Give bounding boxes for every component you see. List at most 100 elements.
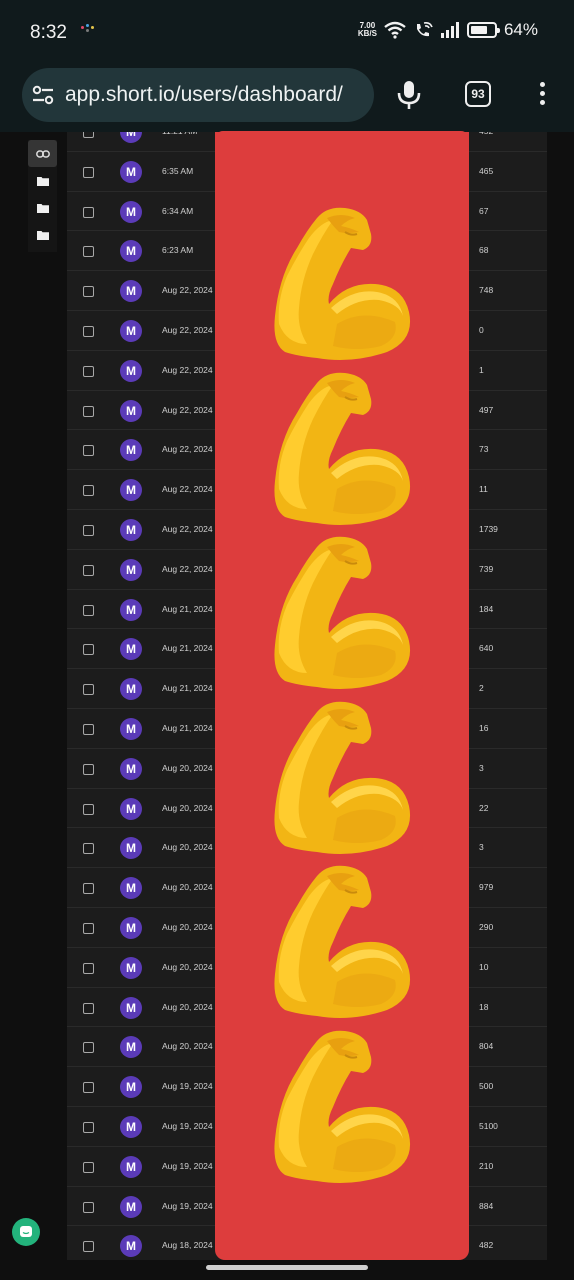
- link-icon[interactable]: [28, 140, 57, 167]
- avatar: M: [120, 877, 142, 900]
- browser-toolbar: app.short.io/users/dashboard/ 93: [0, 62, 574, 132]
- folder-icon[interactable]: [28, 194, 57, 221]
- avatar: M: [120, 200, 142, 223]
- tab-switcher-button[interactable]: 93: [465, 81, 491, 107]
- row-checkbox[interactable]: [83, 525, 94, 536]
- clock: 8:32: [30, 22, 67, 43]
- row-date: Aug 19, 2024: [162, 1160, 213, 1171]
- overflow-menu-icon[interactable]: [537, 82, 547, 110]
- avatar: M: [120, 837, 142, 860]
- flexed-biceps-icon: [274, 372, 411, 525]
- row-date: Aug 20, 2024: [162, 1001, 213, 1012]
- row-checkbox[interactable]: [83, 962, 94, 974]
- row-clicks: 748: [479, 285, 494, 296]
- avatar: M: [120, 917, 142, 939]
- row-checkbox[interactable]: [83, 1082, 94, 1094]
- row-checkbox[interactable]: [83, 485, 94, 497]
- row-date: 6:34 AM: [162, 205, 194, 216]
- row-clicks: 465: [479, 165, 494, 176]
- gesture-bar: [0, 1260, 574, 1280]
- folder-icon[interactable]: [28, 167, 57, 194]
- row-checkbox[interactable]: [83, 445, 94, 457]
- net-speed-unit: KB/S: [357, 29, 377, 38]
- row-clicks: 482: [479, 1240, 494, 1251]
- row-clicks: 22: [479, 802, 489, 813]
- row-clicks: 184: [479, 603, 494, 614]
- url-text[interactable]: app.short.io/users/dashboard/: [65, 83, 343, 107]
- address-bar[interactable]: app.short.io/users/dashboard/: [22, 68, 374, 122]
- row-clicks: 10: [479, 961, 489, 972]
- row-checkbox[interactable]: [83, 684, 94, 696]
- row-clicks: 3: [479, 762, 484, 773]
- row-date: 11:21 AM: [162, 132, 197, 136]
- row-checkbox[interactable]: [83, 246, 94, 258]
- row-checkbox[interactable]: [83, 724, 94, 735]
- avatar: M: [120, 598, 142, 621]
- avatar: M: [120, 956, 142, 979]
- row-checkbox[interactable]: [83, 166, 94, 178]
- avatar: M: [120, 558, 142, 581]
- row-checkbox[interactable]: [83, 1241, 94, 1253]
- row-checkbox[interactable]: [83, 843, 94, 855]
- row-checkbox[interactable]: [83, 405, 94, 417]
- chat-icon: [20, 1226, 32, 1237]
- row-checkbox[interactable]: [83, 604, 94, 616]
- row-checkbox[interactable]: [83, 206, 94, 218]
- avatar: M: [120, 638, 142, 661]
- avatar: M: [120, 797, 142, 820]
- row-date: Aug 20, 2024: [162, 961, 213, 972]
- emoji-overlay: [215, 132, 469, 1260]
- row-checkbox[interactable]: [83, 326, 94, 337]
- row-checkbox[interactable]: [83, 365, 94, 377]
- flexed-biceps-icon: [274, 536, 411, 689]
- row-checkbox[interactable]: [83, 132, 94, 138]
- row-checkbox[interactable]: [83, 564, 94, 576]
- flexed-biceps-icon: [274, 701, 411, 854]
- emoji-overlay-top: [215, 131, 469, 139]
- row-checkbox[interactable]: [83, 1161, 94, 1173]
- row-clicks: 497: [479, 404, 494, 415]
- row-checkbox[interactable]: [83, 286, 94, 298]
- avatar: M: [120, 479, 142, 502]
- avatar: M: [120, 996, 142, 1019]
- avatar: M: [120, 757, 142, 780]
- row-checkbox[interactable]: [83, 1122, 94, 1133]
- site-settings-icon[interactable]: [32, 84, 54, 106]
- row-clicks: 0: [479, 325, 484, 335]
- row-date: Aug 22, 2024: [162, 484, 213, 495]
- microphone-icon[interactable]: [396, 80, 422, 110]
- row-checkbox[interactable]: [83, 1002, 94, 1014]
- avatar: M: [120, 160, 142, 183]
- row-clicks: 290: [479, 922, 494, 932]
- row-checkbox[interactable]: [83, 763, 94, 775]
- row-checkbox[interactable]: [83, 1201, 94, 1213]
- row-date: Aug 19, 2024: [162, 1081, 213, 1092]
- avatar: M: [120, 678, 142, 701]
- avatar: M: [120, 519, 142, 541]
- row-date: Aug 20, 2024: [162, 762, 213, 773]
- row-clicks: 979: [479, 882, 494, 893]
- row-clicks: 16: [479, 723, 489, 733]
- row-clicks: 452: [479, 132, 493, 136]
- row-clicks: 804: [479, 1041, 494, 1052]
- chat-button[interactable]: [12, 1218, 40, 1246]
- folder-icon[interactable]: [28, 221, 57, 248]
- row-checkbox[interactable]: [83, 923, 94, 934]
- wifi-calling-icon: [416, 22, 433, 37]
- row-checkbox[interactable]: [83, 883, 94, 895]
- row-clicks: 5100: [479, 1121, 498, 1131]
- home-handle[interactable]: [206, 1265, 368, 1270]
- row-date: Aug 19, 2024: [162, 1121, 213, 1131]
- avatar: M: [120, 132, 142, 143]
- row-clicks: 73: [479, 444, 489, 455]
- row-clicks: 11: [479, 484, 488, 495]
- battery-icon: [466, 22, 500, 38]
- row-checkbox[interactable]: [83, 644, 94, 656]
- row-date: Aug 21, 2024: [162, 643, 213, 654]
- avatar: M: [120, 280, 142, 303]
- row-date: Aug 20, 2024: [162, 842, 213, 853]
- wifi-icon: [384, 21, 406, 39]
- row-checkbox[interactable]: [83, 1042, 94, 1054]
- row-checkbox[interactable]: [83, 803, 94, 815]
- row-clicks: 1739: [479, 524, 498, 534]
